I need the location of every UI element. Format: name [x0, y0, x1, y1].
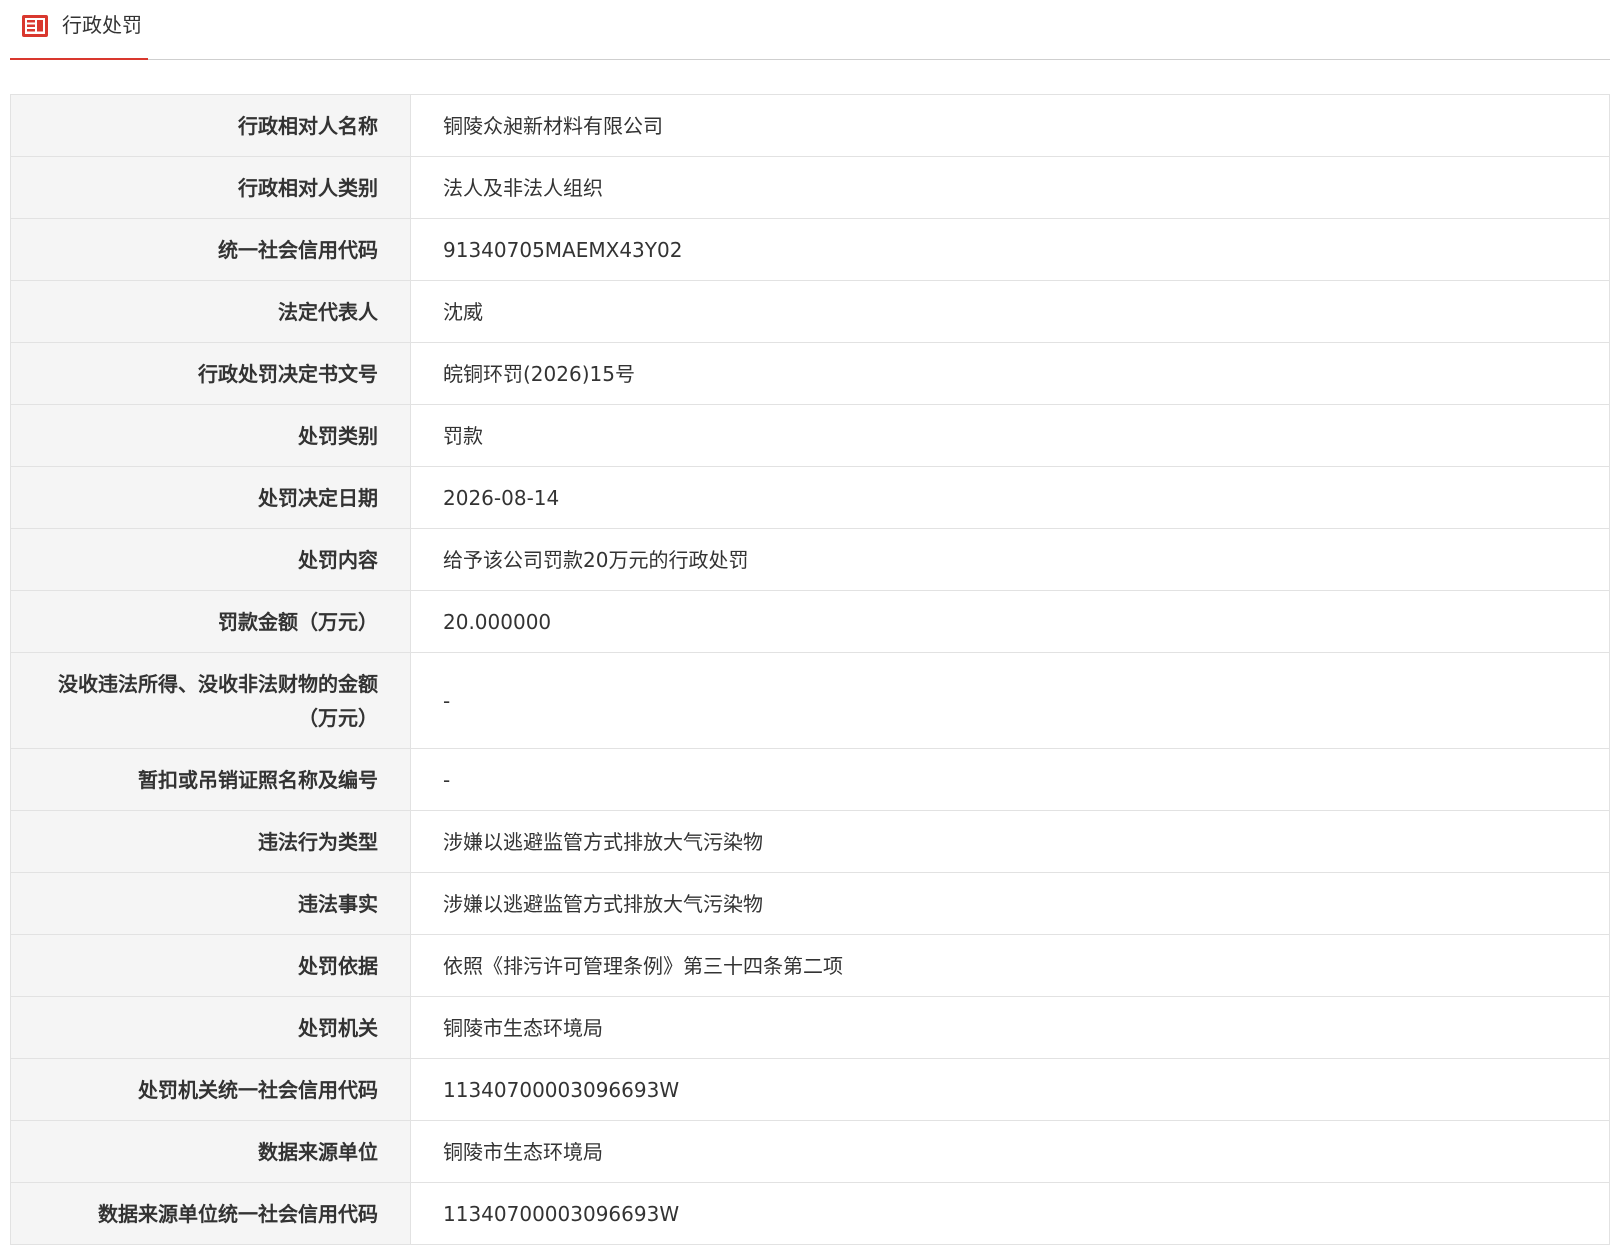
- field-value: 铜陵市生态环境局: [410, 996, 1610, 1059]
- field-label: 行政相对人名称: [10, 94, 411, 157]
- field-label: 法定代表人: [10, 280, 411, 343]
- table-row: 罚款金额（万元） 20.000000: [10, 590, 1610, 653]
- table-row: 法定代表人 沈威: [10, 280, 1610, 343]
- field-label: 罚款金额（万元）: [10, 590, 411, 653]
- tab-label: 行政处罚: [62, 13, 142, 37]
- field-value: 罚款: [410, 404, 1610, 467]
- field-value: 20.000000: [410, 590, 1610, 653]
- table-row: 违法事实 涉嫌以逃避监管方式排放大气污染物: [10, 872, 1610, 935]
- field-value: 皖铜环罚(2026)15号: [410, 342, 1610, 405]
- field-label: 统一社会信用代码: [10, 218, 411, 281]
- field-value: 依照《排污许可管理条例》第三十四条第二项: [410, 934, 1610, 997]
- field-label: 违法行为类型: [10, 810, 411, 873]
- field-value: 2026-08-14: [410, 466, 1610, 529]
- table-row: 处罚依据 依照《排污许可管理条例》第三十四条第二项: [10, 934, 1610, 997]
- table-row: 行政相对人名称 铜陵众昶新材料有限公司: [10, 94, 1610, 157]
- field-value: 给予该公司罚款20万元的行政处罚: [410, 528, 1610, 591]
- field-label: 处罚机关统一社会信用代码: [10, 1058, 411, 1121]
- table-row: 处罚机关统一社会信用代码 11340700003096693W: [10, 1058, 1610, 1121]
- field-label: 处罚类别: [10, 404, 411, 467]
- field-value: 沈威: [410, 280, 1610, 343]
- field-value: 91340705MAEMX43Y02: [410, 218, 1610, 281]
- field-value: 铜陵众昶新材料有限公司: [410, 94, 1610, 157]
- field-label: 行政相对人类别: [10, 156, 411, 219]
- tab-administrative-penalty[interactable]: 行政处罚: [10, 0, 148, 60]
- field-value: 涉嫌以逃避监管方式排放大气污染物: [410, 810, 1610, 873]
- document-list-icon: [21, 14, 49, 38]
- field-label: 违法事实: [10, 872, 411, 935]
- table-row: 行政相对人类别 法人及非法人组织: [10, 156, 1610, 219]
- field-label: 暂扣或吊销证照名称及编号: [10, 748, 411, 811]
- table-row: 数据来源单位 铜陵市生态环境局: [10, 1120, 1610, 1183]
- table-row: 没收违法所得、没收非法财物的金额（万元） -: [10, 652, 1610, 749]
- table-row: 处罚内容 给予该公司罚款20万元的行政处罚: [10, 528, 1610, 591]
- penalty-detail-table: 行政相对人名称 铜陵众昶新材料有限公司 行政相对人类别 法人及非法人组织 统一社…: [10, 94, 1610, 1245]
- field-value: 涉嫌以逃避监管方式排放大气污染物: [410, 872, 1610, 935]
- table-row: 处罚类别 罚款: [10, 404, 1610, 467]
- field-value: 11340700003096693W: [410, 1182, 1610, 1245]
- table-row: 暂扣或吊销证照名称及编号 -: [10, 748, 1610, 811]
- field-label: 处罚机关: [10, 996, 411, 1059]
- table-row: 处罚决定日期 2026-08-14: [10, 466, 1610, 529]
- field-label: 处罚决定日期: [10, 466, 411, 529]
- field-value: -: [410, 748, 1610, 811]
- table-row: 行政处罚决定书文号 皖铜环罚(2026)15号: [10, 342, 1610, 405]
- table-row: 统一社会信用代码 91340705MAEMX43Y02: [10, 218, 1610, 281]
- tab-bar: 行政处罚: [10, 0, 1610, 60]
- field-value: 法人及非法人组织: [410, 156, 1610, 219]
- field-label: 行政处罚决定书文号: [10, 342, 411, 405]
- field-label: 数据来源单位: [10, 1120, 411, 1183]
- field-label: 没收违法所得、没收非法财物的金额（万元）: [10, 652, 411, 749]
- table-row: 违法行为类型 涉嫌以逃避监管方式排放大气污染物: [10, 810, 1610, 873]
- field-value: -: [410, 652, 1610, 749]
- field-value: 11340700003096693W: [410, 1058, 1610, 1121]
- table-row: 数据来源单位统一社会信用代码 11340700003096693W: [10, 1182, 1610, 1245]
- table-row: 处罚机关 铜陵市生态环境局: [10, 996, 1610, 1059]
- field-label: 数据来源单位统一社会信用代码: [10, 1182, 411, 1245]
- field-label: 处罚内容: [10, 528, 411, 591]
- field-label: 处罚依据: [10, 934, 411, 997]
- field-value: 铜陵市生态环境局: [410, 1120, 1610, 1183]
